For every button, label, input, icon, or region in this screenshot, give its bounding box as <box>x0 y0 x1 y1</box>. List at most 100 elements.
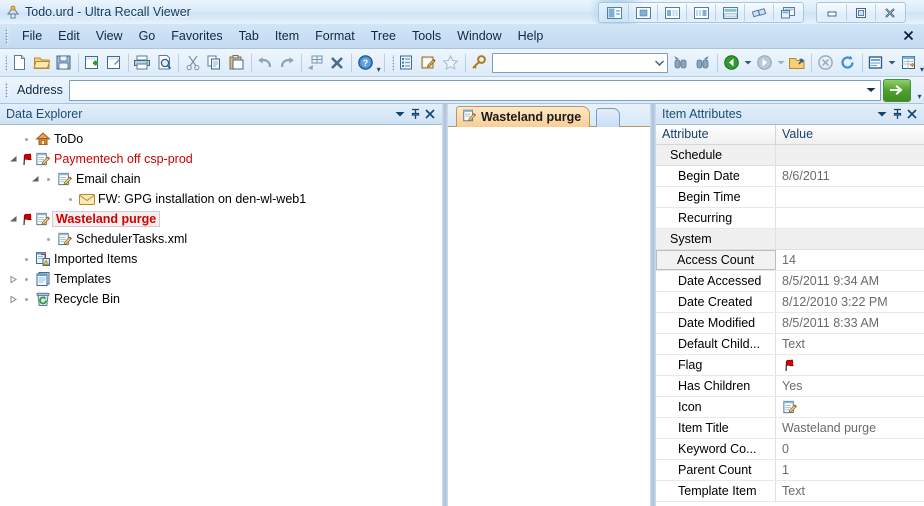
tree-expand-arrow-icon[interactable] <box>8 294 19 305</box>
close-button[interactable] <box>876 4 904 21</box>
tree-item-recycle-bin[interactable]: Recycle Bin <box>0 289 442 309</box>
attribute-row[interactable]: Begin Date 8/6/2011 <box>656 166 924 187</box>
close-document-icon[interactable] <box>900 27 916 43</box>
tab-content-area[interactable] <box>448 127 650 506</box>
attribute-row[interactable]: Has Children Yes <box>656 376 924 397</box>
attributes-table[interactable]: Attribute Value Schedule Begin Date 8/6/20… <box>656 125 924 506</box>
item-list-icon[interactable] <box>396 52 418 74</box>
toolbar-grip[interactable] <box>4 54 7 71</box>
cut-icon[interactable] <box>182 52 204 74</box>
column-header-value[interactable]: Value <box>776 125 813 144</box>
toolbar2-grip[interactable] <box>390 54 394 71</box>
attribute-value-cell[interactable]: Wasteland purge <box>776 418 924 438</box>
new-document-icon[interactable] <box>9 52 31 74</box>
attribute-name-cell[interactable]: Date Created <box>656 292 776 312</box>
tree-collapse-arrow-icon[interactable] <box>8 214 19 225</box>
copy-icon[interactable] <box>204 52 226 74</box>
attribute-name-cell[interactable]: Default Child... <box>656 334 776 354</box>
chevron-down-icon[interactable] <box>862 87 880 93</box>
attribute-value-cell[interactable] <box>776 229 924 249</box>
attribute-row[interactable]: Default Child... Text <box>656 334 924 355</box>
panel-pin-icon[interactable] <box>890 107 904 121</box>
red-flag-icon[interactable] <box>19 152 34 166</box>
menu-item-format[interactable]: Format <box>307 26 363 46</box>
addressbar-grip[interactable] <box>4 82 12 98</box>
tree-item-templates[interactable]: Templates <box>0 269 442 289</box>
menubar-grip[interactable] <box>4 28 12 44</box>
tree-item-imported-items[interactable]: Imported Items <box>0 249 442 269</box>
forward-dropdown-icon[interactable] <box>775 52 786 74</box>
attribute-row[interactable]: Parent Count 1 <box>656 460 924 481</box>
attribute-value-cell[interactable]: 8/12/2010 3:22 PM <box>776 292 924 312</box>
attribute-row[interactable]: Item Title Wasteland purge <box>656 418 924 439</box>
attribute-row[interactable]: Date Modified 8/5/2011 8:33 AM <box>656 313 924 334</box>
find-previous-icon[interactable] <box>670 52 692 74</box>
attribute-name-cell[interactable]: Flag <box>656 355 776 375</box>
new-item-icon[interactable] <box>81 52 103 74</box>
panel-menu-icon[interactable] <box>393 107 407 121</box>
address-combo[interactable] <box>68 79 881 101</box>
tree-item-email-chain[interactable]: Email chain <box>0 169 442 189</box>
new-tab-button[interactable] <box>596 108 620 127</box>
attribute-name-cell[interactable]: System <box>656 229 776 249</box>
menu-item-go[interactable]: Go <box>131 26 164 46</box>
attribute-value-cell[interactable] <box>776 208 924 228</box>
red-flag-icon[interactable] <box>19 212 34 226</box>
menu-item-favorites[interactable]: Favorites <box>163 26 230 46</box>
attribute-name-cell[interactable]: Begin Time <box>656 187 776 207</box>
menu-item-edit[interactable]: Edit <box>50 26 88 46</box>
attribute-value-cell[interactable]: Yes <box>776 376 924 396</box>
panel-menu-icon[interactable] <box>875 107 889 121</box>
attribute-name-cell[interactable]: Has Children <box>656 376 776 396</box>
back-icon[interactable] <box>720 52 742 74</box>
attribute-row[interactable]: Flag <box>656 355 924 376</box>
attribute-name-cell[interactable]: Keyword Co... <box>656 439 776 459</box>
layout-left-pane-icon[interactable] <box>600 4 629 21</box>
panel-pin-icon[interactable] <box>408 107 422 121</box>
attribute-name-cell[interactable]: Item Title <box>656 418 776 438</box>
properties-grid-icon[interactable] <box>898 52 920 74</box>
save-icon[interactable] <box>53 52 75 74</box>
menu-item-tools[interactable]: Tools <box>404 26 449 46</box>
layout-float-icon[interactable] <box>745 4 774 21</box>
attribute-value-cell[interactable]: 8/6/2011 <box>776 166 924 186</box>
new-child-item-icon[interactable] <box>103 52 125 74</box>
help-icon[interactable]: ? <box>355 52 377 74</box>
layout-center-pane-icon[interactable] <box>629 4 658 21</box>
refresh-icon[interactable] <box>837 52 859 74</box>
insert-item-icon[interactable] <box>304 52 326 74</box>
attribute-row[interactable]: Access Count 14 <box>656 250 924 271</box>
attribute-row[interactable]: System <box>656 229 924 250</box>
attribute-name-cell[interactable]: Parent Count <box>656 460 776 480</box>
attribute-row[interactable]: Date Accessed 8/5/2011 9:34 AM <box>656 271 924 292</box>
search-key-icon[interactable] <box>468 52 490 74</box>
attribute-row[interactable]: Template Item Text <box>656 481 924 502</box>
attribute-name-cell[interactable]: Begin Date <box>656 166 776 186</box>
view-mode-icon[interactable] <box>865 52 887 74</box>
attribute-row[interactable]: Recurring <box>656 208 924 229</box>
attribute-value-cell[interactable]: 8/5/2011 8:33 AM <box>776 313 924 333</box>
stop-icon[interactable] <box>815 52 837 74</box>
attribute-value-cell[interactable] <box>776 397 924 417</box>
attribute-value-cell[interactable]: 14 <box>776 250 924 270</box>
panel-close-icon[interactable] <box>905 107 919 121</box>
layout-restore-panes-icon[interactable] <box>774 4 802 21</box>
menu-item-file[interactable]: File <box>14 26 50 46</box>
tree-collapse-arrow-icon[interactable] <box>30 174 41 185</box>
maximize-button[interactable] <box>847 4 876 21</box>
addressbar-overflow-button[interactable]: ▾ <box>915 78 924 102</box>
attribute-value-cell[interactable] <box>776 355 924 375</box>
toolbar-search-input[interactable] <box>492 53 653 72</box>
edit-item-icon[interactable] <box>418 52 440 74</box>
attribute-row[interactable]: Icon <box>656 397 924 418</box>
data-explorer-tree[interactable]: ToDo Paymentech off csp-prod Email chain FW… <box>0 125 442 506</box>
minimize-button[interactable] <box>818 4 847 21</box>
favorite-star-icon[interactable] <box>440 52 462 74</box>
attribute-value-cell[interactable]: Text <box>776 481 924 501</box>
print-icon[interactable] <box>131 52 153 74</box>
attribute-name-cell[interactable]: Icon <box>656 397 776 417</box>
attribute-value-cell[interactable] <box>776 145 924 165</box>
menu-item-window[interactable]: Window <box>449 26 509 46</box>
menu-item-view[interactable]: View <box>88 26 131 46</box>
tree-item-todo[interactable]: ToDo <box>0 129 442 149</box>
